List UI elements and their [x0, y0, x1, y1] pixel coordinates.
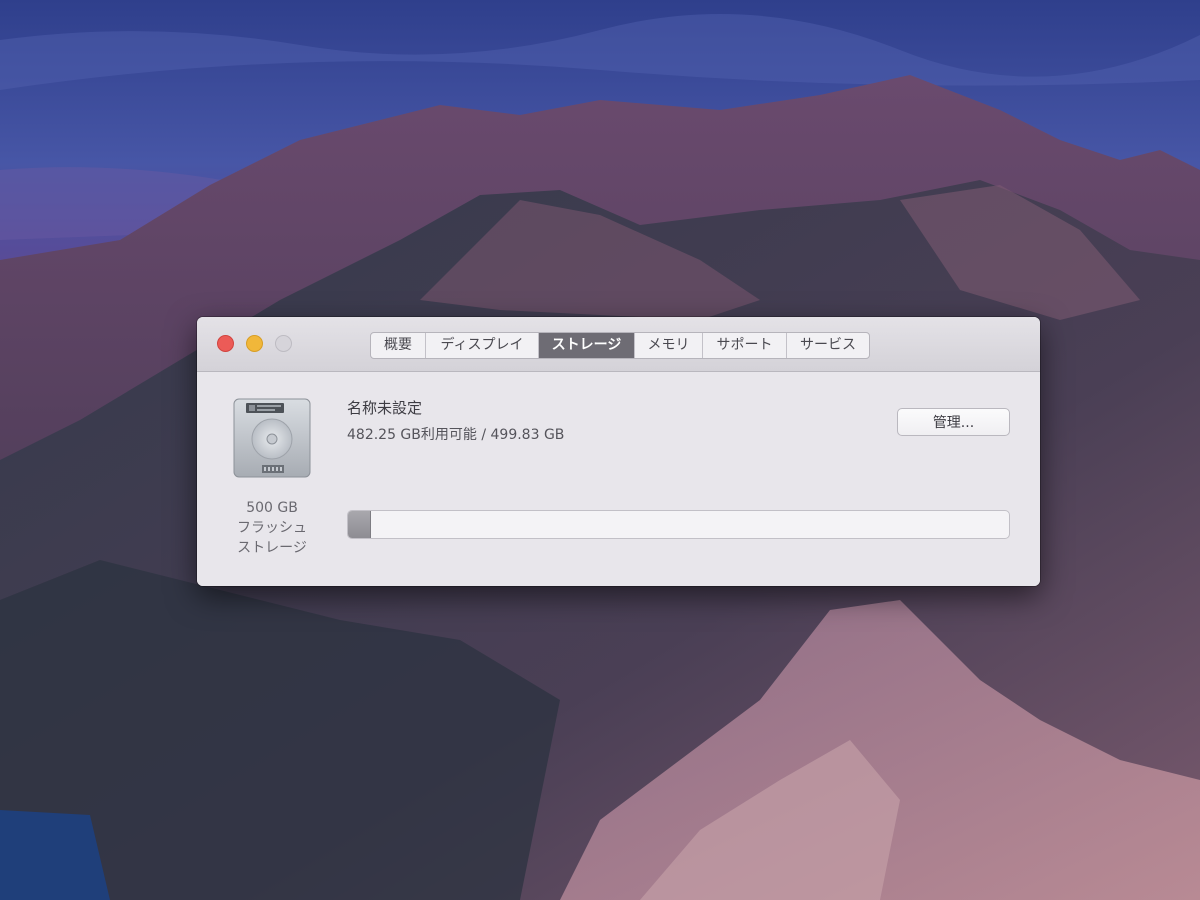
zoom-button	[275, 335, 292, 352]
storage-usage-bar	[347, 510, 1010, 539]
capacity-size: 500 GB	[246, 500, 298, 516]
disk-capacity-caption: 500 GB フラッシュ ストレージ	[222, 498, 322, 558]
disk-name: 名称未設定	[347, 399, 423, 417]
about-this-mac-window: 概要 ディスプレイ ストレージ メモリ サポート サービス 500 GB フラッ…	[197, 317, 1040, 586]
hard-drive-icon	[233, 398, 311, 478]
window-titlebar[interactable]: 概要 ディスプレイ ストレージ メモリ サポート サービス	[197, 317, 1040, 372]
disk-available-space: 482.25 GB利用可能 / 499.83 GB	[347, 427, 565, 443]
capacity-kind: ストレージ	[237, 540, 307, 556]
storage-pane: 500 GB フラッシュ ストレージ 名称未設定 482.25 GB利用可能 /…	[197, 372, 1040, 586]
tab-bar: 概要 ディスプレイ ストレージ メモリ サポート サービス	[370, 332, 870, 359]
minimize-button[interactable]	[246, 335, 263, 352]
tab-support[interactable]: サポート	[703, 333, 787, 358]
tab-displays[interactable]: ディスプレイ	[426, 333, 539, 358]
storage-used-segment	[348, 511, 372, 538]
desktop: 概要 ディスプレイ ストレージ メモリ サポート サービス 500 GB フラッ…	[0, 0, 1200, 900]
capacity-type: フラッシュ	[237, 520, 307, 536]
manage-button[interactable]: 管理...	[897, 408, 1010, 436]
tab-service[interactable]: サービス	[787, 333, 869, 358]
tab-storage[interactable]: ストレージ	[539, 333, 635, 358]
tab-overview[interactable]: 概要	[371, 333, 426, 358]
close-button[interactable]	[217, 335, 234, 352]
tab-memory[interactable]: メモリ	[635, 333, 703, 358]
